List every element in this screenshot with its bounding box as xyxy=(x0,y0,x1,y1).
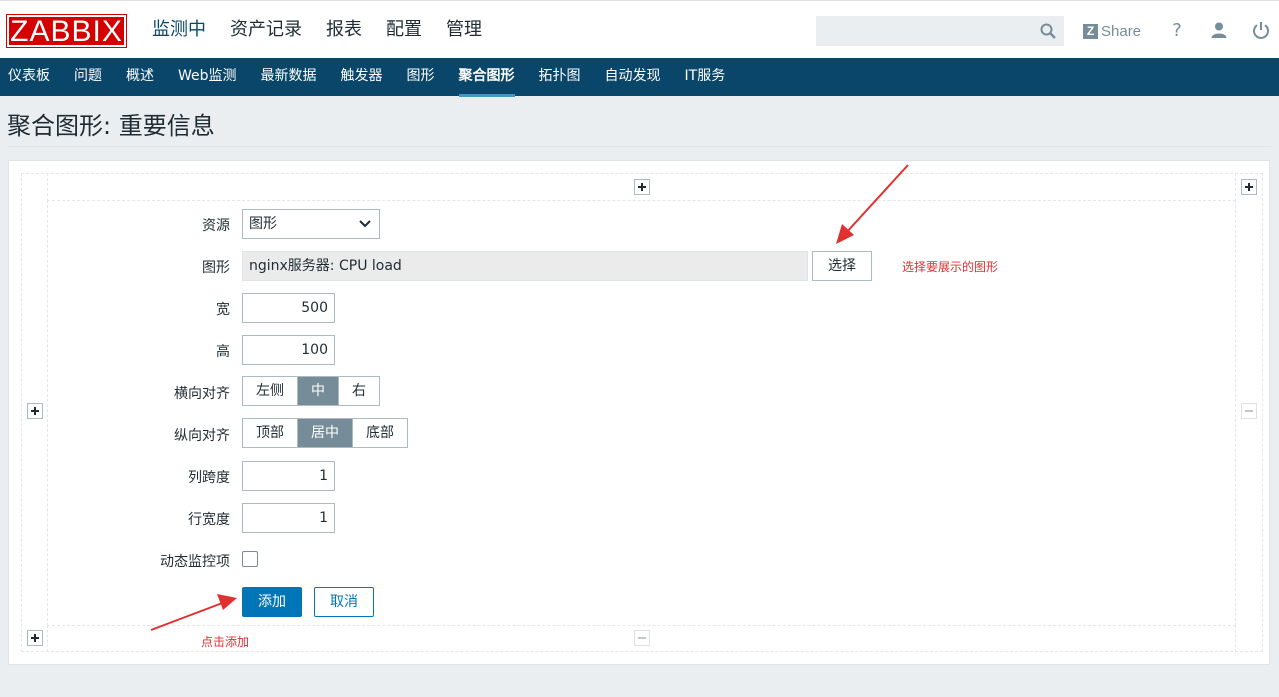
add-row-bottom-icon[interactable] xyxy=(27,630,43,646)
chevron-down-icon xyxy=(359,220,371,228)
search-input[interactable] xyxy=(817,17,1027,45)
subnav-maps[interactable]: 拓扑图 xyxy=(527,58,593,96)
height-input[interactable]: 100 xyxy=(242,335,335,365)
resource-label: 资源 xyxy=(202,218,230,234)
cancel-button[interactable]: 取消 xyxy=(314,587,374,617)
nav-configuration[interactable]: 配置 xyxy=(374,1,434,59)
halign-left-option[interactable]: 左侧 xyxy=(243,377,298,405)
colspan-input[interactable]: 1 xyxy=(242,461,335,491)
nav-administration[interactable]: 管理 xyxy=(434,1,494,59)
valign-label: 纵向对齐 xyxy=(174,428,230,444)
rowspan-input[interactable]: 1 xyxy=(242,503,335,533)
halign-label: 横向对齐 xyxy=(174,386,230,402)
subnav-discovery[interactable]: 自动发现 xyxy=(593,58,673,96)
valign-segmented: 顶部 居中 底部 xyxy=(242,418,408,448)
annotation-add-note: 点击添加 xyxy=(201,635,250,649)
valign-bottom-option[interactable]: 底部 xyxy=(353,419,407,447)
help-icon[interactable]: ? xyxy=(1166,19,1188,41)
graph-field[interactable]: nginx服务器: CPU load xyxy=(242,251,808,281)
subnav-overview[interactable]: 概述 xyxy=(114,58,166,96)
nav-inventory[interactable]: 资产记录 xyxy=(218,1,314,59)
annotation-select-note: 选择要展示的图形 xyxy=(902,260,999,274)
subnav-screens[interactable]: 聚合图形 xyxy=(447,58,527,97)
valign-top-option[interactable]: 顶部 xyxy=(243,419,298,447)
colspan-label: 列跨度 xyxy=(188,470,230,486)
title-divider xyxy=(7,146,1271,147)
width-label: 宽 xyxy=(216,302,230,318)
main-nav: 监测中 资产记录 报表 配置 管理 xyxy=(140,1,494,59)
subnav-dashboard[interactable]: 仪表板 xyxy=(0,58,62,96)
search-box xyxy=(816,16,1064,46)
subnav-web[interactable]: Web监测 xyxy=(166,58,249,96)
remove-column-icon[interactable] xyxy=(634,630,650,646)
resource-select[interactable]: 图形 xyxy=(242,209,380,239)
power-icon[interactable] xyxy=(1250,19,1272,41)
remove-row-icon[interactable] xyxy=(1241,403,1257,419)
resource-value: 图形 xyxy=(249,216,277,232)
add-column-right-icon[interactable] xyxy=(1241,179,1257,195)
zabbix-logo[interactable]: ZABBIX xyxy=(6,14,127,48)
graph-label: 图形 xyxy=(202,260,230,276)
zabbix-z-icon: Z xyxy=(1083,23,1098,39)
add-column-top-icon[interactable] xyxy=(634,179,650,195)
valign-middle-option[interactable]: 居中 xyxy=(298,419,353,447)
nav-reports[interactable]: 报表 xyxy=(314,1,374,59)
dynamic-item-checkbox[interactable] xyxy=(242,551,258,567)
halign-segmented: 左侧 中 右 xyxy=(242,376,380,406)
subnav-problems[interactable]: 问题 xyxy=(62,58,114,96)
halign-center-option[interactable]: 中 xyxy=(298,377,339,405)
share-label: Share xyxy=(1101,22,1142,40)
select-graph-button[interactable]: 选择 xyxy=(812,251,872,281)
search-icon[interactable] xyxy=(1039,22,1057,40)
add-button[interactable]: 添加 xyxy=(242,587,302,617)
width-input[interactable]: 500 xyxy=(242,293,335,323)
add-row-icon[interactable] xyxy=(27,403,43,419)
height-label: 高 xyxy=(216,344,230,360)
halign-right-option[interactable]: 右 xyxy=(339,377,379,405)
annotation-arrow-select xyxy=(836,164,909,244)
top-bar: ZABBIX 监测中 资产记录 报表 配置 管理 Z Share ? xyxy=(0,0,1279,58)
sub-nav: 仪表板 问题 概述 Web监测 最新数据 触发器 图形 聚合图形 拓扑图 自动发… xyxy=(0,58,1279,97)
subnav-graphs[interactable]: 图形 xyxy=(395,58,447,96)
nav-monitoring[interactable]: 监测中 xyxy=(140,1,218,59)
share-link[interactable]: Z Share xyxy=(1083,21,1141,41)
page-title: 聚合图形: 重要信息 xyxy=(7,112,215,140)
rowspan-label: 行宽度 xyxy=(188,512,230,528)
subnav-latest-data[interactable]: 最新数据 xyxy=(249,58,329,96)
subnav-triggers[interactable]: 触发器 xyxy=(329,58,395,96)
subnav-it-services[interactable]: IT服务 xyxy=(673,58,738,96)
dynamic-item-label: 动态监控项 xyxy=(160,554,230,570)
user-icon[interactable] xyxy=(1208,19,1230,41)
